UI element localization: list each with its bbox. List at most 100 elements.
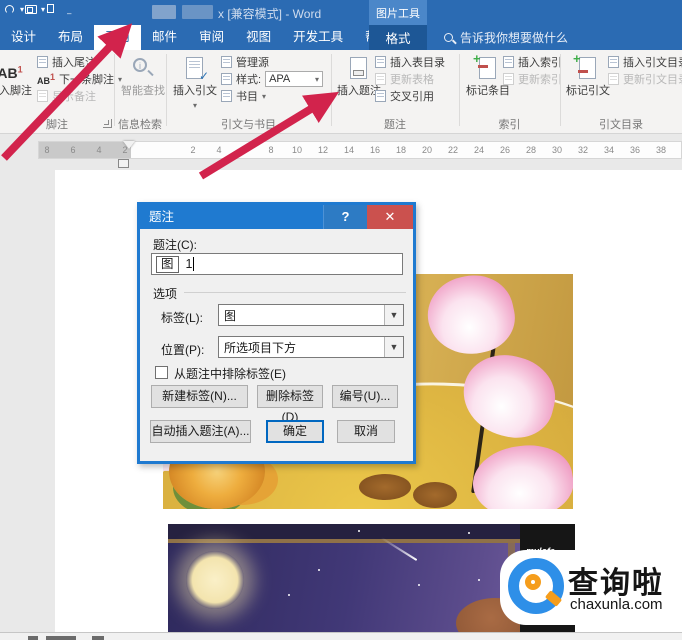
tab-审阅[interactable]: 审阅 — [188, 25, 235, 50]
ruler-number: 12 — [317, 145, 329, 155]
ribbon-tab-row: 设计布局引用邮件审阅视图开发工具帮助 格式 告诉我你想要做什么 — [0, 25, 682, 50]
blurred-filename — [152, 5, 176, 19]
button-插入引文目录[interactable]: 插入引文目录 — [608, 55, 682, 69]
quick-access-toolbar: ▾▾ –▾ — [4, 3, 81, 36]
button-插入表目录[interactable]: 插入表目录 — [375, 55, 445, 69]
label-dropdown[interactable]: 图 ▼ — [218, 304, 404, 326]
group-label-索引: 索引 — [498, 119, 521, 131]
label-dropdown-value: 图 — [224, 308, 237, 323]
button-显示备注: 显示备注 — [37, 89, 122, 103]
options-divider — [184, 292, 406, 293]
ruler-number: 24 — [473, 145, 485, 155]
ruler-margin-area — [39, 142, 131, 158]
watermark-magnifier-icon — [525, 574, 541, 590]
tab-设计[interactable]: 设计 — [0, 25, 47, 50]
star — [478, 579, 480, 581]
horizontal-ruler: 8 6 4 2 2 4 6 8 10 12 14 16 18 20 22 24 26 28 30 32 34 36 38 — [38, 141, 682, 168]
button-插入脚注[interactable]: AB1插入脚注 — [0, 53, 34, 115]
group-label-引文目录: 引文目录 — [599, 119, 643, 131]
button-插入引文[interactable]: ✓ 插入引文 ▾ — [171, 53, 219, 115]
dialog-close-button[interactable]: ✕ — [367, 205, 413, 229]
caption-dialog: 题注 ? ✕ 题注(C): 图 1 选项 标签(L): 图 ▼ 位置(P): 所… — [137, 202, 416, 464]
delete-label-button[interactable]: 删除标签(D) — [257, 385, 323, 424]
caption-tag: 图 — [156, 255, 179, 273]
ruler-number: 38 — [655, 145, 667, 155]
button-样式:[interactable]: 样式: APA ▾ — [221, 71, 324, 87]
ruler-zone: 8 6 4 2 2 4 6 8 10 12 14 16 18 20 22 24 26 28 30 32 34 36 38 — [0, 135, 682, 169]
label-field-label: 标签(L): — [161, 311, 204, 325]
group-small-buttons-脚注: 插入尾注 AB1 下一条脚注 ▾ 显示备注 — [37, 55, 122, 103]
ruler-number: 34 — [603, 145, 615, 155]
ruler-number: 8 — [44, 145, 50, 155]
group-label-引文与书目: 引文与书目 — [221, 119, 276, 131]
ruler-number: 32 — [577, 145, 589, 155]
tab-布局[interactable]: 布局 — [47, 25, 94, 50]
blurred-filename — [182, 5, 213, 19]
ok-button[interactable]: 确定 — [266, 420, 324, 443]
ruler-number: 4 — [216, 145, 222, 155]
window-title: x [兼容模式] - Word — [218, 7, 322, 21]
full-moon — [186, 551, 244, 609]
button-书目[interactable]: 书目 ▾ — [221, 89, 323, 103]
title-bar[interactable]: ▾▾ –▾ x [兼容模式] - Word 图片工具 — [0, 0, 682, 36]
tell-me-search[interactable]: 告诉我你想要做什么 — [444, 25, 568, 50]
numbering-button[interactable]: 编号(U)... — [332, 385, 398, 408]
button-下一条脚注[interactable]: AB1 下一条脚注 ▾ — [37, 72, 122, 86]
window-top-bar — [168, 524, 575, 539]
star — [288, 594, 290, 596]
caption-text-input[interactable]: 图 1 — [151, 253, 403, 275]
new-label-button[interactable]: 新建标签(N)... — [151, 385, 248, 408]
dialog-launcher-icon[interactable] — [103, 119, 112, 128]
star — [358, 530, 360, 532]
lotus-flower — [420, 274, 522, 363]
style-dropdown[interactable]: APA ▾ — [265, 71, 324, 87]
left-indent-marker[interactable] — [118, 159, 129, 168]
button-标记引文[interactable]: + 标记引文 — [564, 52, 612, 115]
button-插入尾注[interactable]: 插入尾注 — [37, 55, 122, 69]
exclude-label-checkbox[interactable] — [155, 366, 168, 379]
mooncake — [359, 474, 411, 500]
ruler-number: 18 — [395, 145, 407, 155]
chevron-down-icon[interactable]: ▼ — [384, 337, 403, 357]
cancel-button[interactable]: 取消 — [337, 420, 395, 443]
group-small-buttons-引文与书目: 管理源样式: APA ▾ 书目 ▾ — [221, 55, 324, 103]
undo-icon[interactable]: ▾ — [4, 3, 24, 17]
dialog-help-button[interactable]: ? — [323, 205, 367, 229]
status-bar-glyph — [28, 636, 38, 640]
ruler-number: 30 — [551, 145, 563, 155]
autocaption-button[interactable]: 自动插入题注(A)... — [150, 420, 251, 443]
tab-format[interactable]: 格式 — [369, 25, 427, 50]
tab-邮件[interactable]: 邮件 — [141, 25, 188, 50]
button-插入索引[interactable]: 插入索引 — [503, 55, 562, 69]
button-智能查找[interactable]: i 智能查找 — [119, 53, 167, 115]
mooncake — [413, 482, 457, 508]
button-更新表格: 更新表格 — [375, 72, 445, 86]
group-label-题注: 题注 — [384, 119, 406, 131]
button-管理源[interactable]: 管理源 — [221, 55, 323, 69]
star — [418, 584, 420, 586]
chevron-down-icon[interactable]: ▼ — [384, 305, 403, 325]
ruler-number: 28 — [525, 145, 537, 155]
tab-开发工具[interactable]: 开发工具 — [282, 25, 354, 50]
copy-pages-icon[interactable] — [46, 3, 60, 17]
customize-toolbar-icon[interactable]: –▾ — [67, 3, 81, 36]
group-label-信息检索: 信息检索 — [118, 119, 162, 131]
ruler-number: 2 — [122, 145, 128, 155]
text-cursor — [193, 257, 195, 271]
chaxunla-watermark: 查询啦 chaxunla.com — [500, 550, 682, 625]
button-交叉引用[interactable]: 交叉引用 — [375, 89, 445, 103]
group-small-buttons-引文目录: 插入引文目录更新引文目录 — [608, 55, 682, 86]
tab-视图[interactable]: 视图 — [235, 25, 282, 50]
tab-引用[interactable]: 引用 — [94, 25, 142, 50]
status-bar-glyph — [92, 636, 104, 640]
ruler-number: 4 — [96, 145, 102, 155]
position-field-label: 位置(P): — [161, 343, 205, 357]
ruler-number: 16 — [369, 145, 381, 155]
preview-icon[interactable]: ▾ — [25, 3, 45, 17]
watermark-domain: chaxunla.com — [570, 596, 663, 613]
options-section-label: 选项 — [153, 287, 178, 301]
button-更新引文目录: 更新引文目录 — [608, 72, 682, 86]
search-icon — [444, 33, 453, 42]
position-dropdown[interactable]: 所选项目下方 ▼ — [218, 336, 404, 358]
position-dropdown-value: 所选项目下方 — [224, 340, 297, 355]
